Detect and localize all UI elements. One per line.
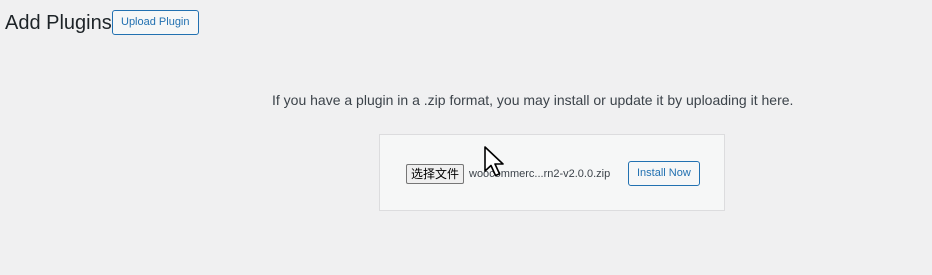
upload-plugin-button[interactable]: Upload Plugin [112, 10, 199, 35]
upload-plugin-form: 选择文件 woocommerc...rn2-v2.0.0.zip Install… [379, 134, 725, 211]
choose-file-button[interactable]: 选择文件 [406, 164, 465, 184]
mouse-pointer-icon [484, 146, 504, 177]
install-now-button[interactable]: Install Now [628, 161, 700, 186]
page-title: Add Plugins [5, 12, 112, 34]
upload-help-text: If you have a plugin in a .zip format, y… [272, 92, 794, 108]
